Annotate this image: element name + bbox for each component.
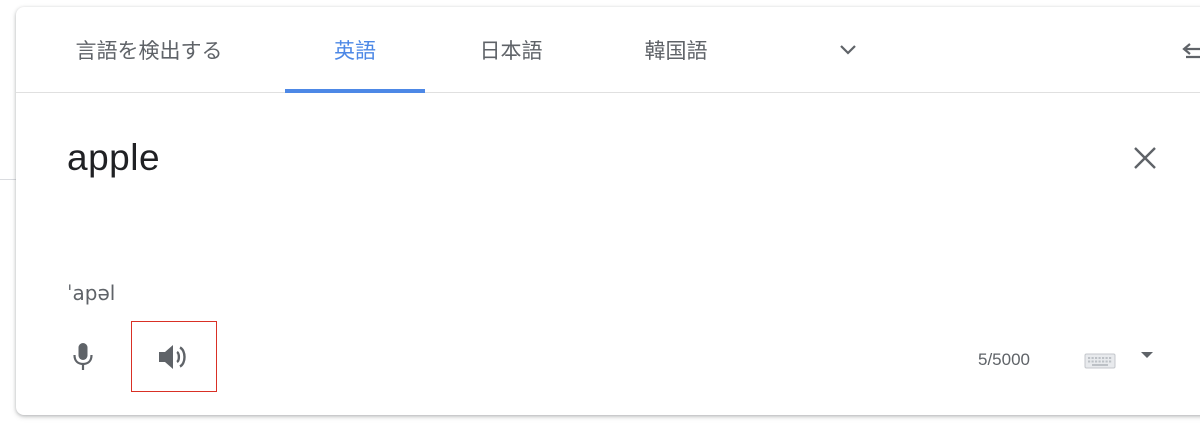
listen-button[interactable] xyxy=(131,321,217,392)
phonetic-transcription: ˈapəl xyxy=(67,281,116,305)
tab-detect-language[interactable]: 言語を検出する xyxy=(46,7,252,92)
tab-english[interactable]: 英語 xyxy=(285,7,425,93)
swap-languages-button[interactable] xyxy=(1176,37,1200,67)
source-text-input[interactable]: apple xyxy=(67,137,160,179)
page-divider xyxy=(0,179,16,180)
swap-languages-icon xyxy=(1182,43,1200,59)
keyboard-options-dropdown[interactable] xyxy=(1138,347,1156,363)
more-languages-button[interactable] xyxy=(828,35,868,65)
voice-input-button[interactable] xyxy=(63,337,103,377)
tab-detect-language-label: 言語を検出する xyxy=(75,38,223,63)
translate-source-panel: 言語を検出する 英語 日本語 韓国語 apple ˈapəl 5/5000 xyxy=(16,7,1200,415)
character-count: 5/5000 xyxy=(978,350,1030,369)
virtual-keyboard-button[interactable] xyxy=(1084,349,1118,371)
tab-japanese-label: 日本語 xyxy=(479,38,543,63)
language-tab-bar: 言語を検出する 英語 日本語 韓国語 xyxy=(16,7,1200,93)
tab-english-label: 英語 xyxy=(334,38,376,63)
clear-text-button[interactable] xyxy=(1127,140,1163,176)
close-icon xyxy=(1134,147,1156,169)
tab-korean-label: 韓国語 xyxy=(644,38,708,63)
tab-japanese[interactable]: 日本語 xyxy=(441,7,581,92)
tab-korean[interactable]: 韓国語 xyxy=(606,7,746,92)
keyboard-icon xyxy=(1084,353,1116,369)
chevron-down-icon xyxy=(840,45,856,55)
microphone-icon xyxy=(73,343,93,370)
speaker-icon xyxy=(159,344,186,369)
caret-down-icon xyxy=(1141,352,1153,358)
